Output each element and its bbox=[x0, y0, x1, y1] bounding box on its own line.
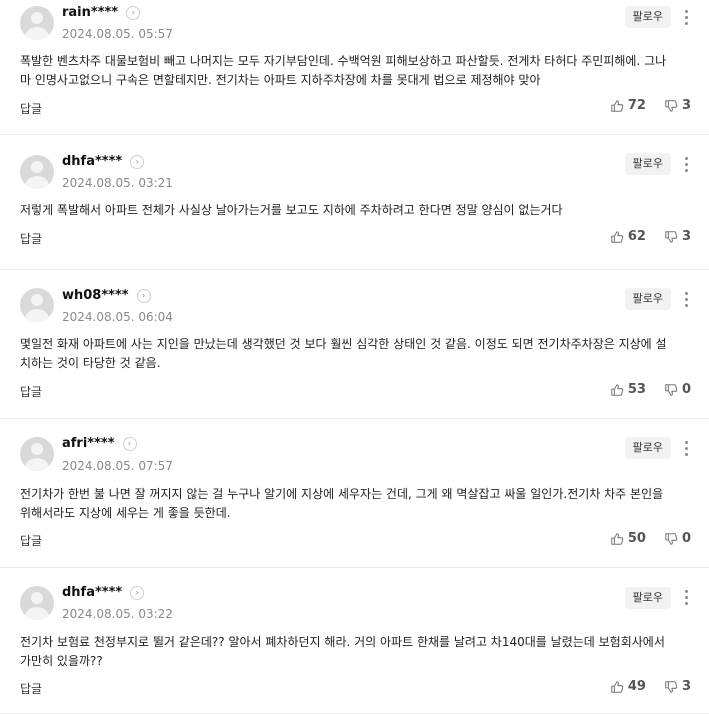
comment-text: 폭발한 벤츠차주 대물보험비 빼고 나머지는 모두 자기부담인데. 수백억원 피… bbox=[20, 54, 667, 87]
thumbs-up-icon bbox=[611, 383, 624, 396]
vote-group: 49 3 bbox=[610, 679, 691, 694]
dislike-button[interactable]: 3 bbox=[664, 98, 691, 113]
like-button[interactable]: 62 bbox=[610, 229, 646, 244]
dislike-button[interactable]: 3 bbox=[664, 679, 691, 694]
dislike-count: 3 bbox=[681, 98, 691, 113]
chevron-right-icon[interactable]: › bbox=[130, 154, 145, 169]
comment-text: 몇일전 화재 아파트에 사는 지인을 만났는데 생각했던 것 보다 훨씬 심각한… bbox=[20, 337, 667, 370]
comment-date: 2024.08.05. 03:22 bbox=[62, 607, 173, 621]
like-button[interactable]: 50 bbox=[610, 531, 646, 546]
comment-list: rain**** › 2024.08.05. 05:57 팔로우 폭발한 벤츠차… bbox=[0, 0, 709, 714]
chevron-right-icon[interactable]: › bbox=[130, 585, 145, 600]
avatar[interactable] bbox=[20, 6, 54, 40]
thumbs-up-icon bbox=[611, 99, 624, 112]
follow-button[interactable]: 팔로우 bbox=[624, 587, 671, 609]
vote-group: 53 0 bbox=[610, 382, 691, 397]
nickname[interactable]: wh08**** › bbox=[62, 288, 151, 303]
dislike-count: 3 bbox=[681, 229, 691, 244]
like-count: 72 bbox=[627, 98, 646, 113]
thumbs-up-icon bbox=[611, 532, 624, 545]
dislike-button[interactable]: 3 bbox=[664, 229, 691, 244]
nickname[interactable]: afri**** › bbox=[62, 436, 137, 451]
thumbs-down-icon bbox=[665, 532, 678, 545]
more-options-icon[interactable] bbox=[681, 6, 691, 28]
comment-item: wh08**** › 2024.08.05. 06:04 팔로우 몇일전 화재 … bbox=[0, 270, 709, 419]
nickname[interactable]: dhfa**** › bbox=[62, 154, 145, 169]
follow-button[interactable]: 팔로우 bbox=[624, 153, 671, 175]
like-button[interactable]: 53 bbox=[610, 382, 646, 397]
dislike-count: 3 bbox=[681, 679, 691, 694]
comment-item: rain**** › 2024.08.05. 05:57 팔로우 폭발한 벤츠차… bbox=[0, 0, 709, 135]
thumbs-up-icon bbox=[611, 230, 624, 243]
chevron-right-icon[interactable]: › bbox=[126, 5, 141, 20]
like-button[interactable]: 49 bbox=[610, 679, 646, 694]
vote-group: 62 3 bbox=[610, 229, 691, 244]
avatar[interactable] bbox=[20, 586, 54, 620]
comment-text: 전기차 보험료 천정부지로 뛸거 같은데?? 알아서 폐차하던지 해라. 거의 … bbox=[20, 635, 665, 668]
reply-button[interactable]: 답글 bbox=[20, 100, 42, 117]
vote-group: 50 0 bbox=[610, 531, 691, 546]
like-count: 53 bbox=[627, 382, 646, 397]
reply-button[interactable]: 답글 bbox=[20, 230, 42, 247]
nickname-text[interactable]: wh08**** bbox=[62, 288, 129, 303]
comment-date: 2024.08.05. 07:57 bbox=[62, 459, 173, 473]
comment-text: 전기차가 한번 불 나면 잘 꺼지지 않는 걸 누구나 알기에 지상에 세우자는… bbox=[20, 487, 664, 520]
follow-button[interactable]: 팔로우 bbox=[624, 6, 671, 28]
follow-button[interactable]: 팔로우 bbox=[624, 288, 671, 310]
comment-item: afri**** › 2024.08.05. 07:57 팔로우 전기차가 한번… bbox=[0, 419, 709, 568]
avatar[interactable] bbox=[20, 288, 54, 322]
vote-group: 72 3 bbox=[610, 98, 691, 113]
like-button[interactable]: 72 bbox=[610, 98, 646, 113]
dislike-button[interactable]: 0 bbox=[664, 531, 691, 546]
reply-button[interactable]: 답글 bbox=[20, 383, 42, 400]
reply-button[interactable]: 답글 bbox=[20, 680, 42, 697]
nickname-text[interactable]: dhfa**** bbox=[62, 154, 122, 169]
avatar[interactable] bbox=[20, 437, 54, 471]
thumbs-down-icon bbox=[665, 680, 678, 693]
nickname[interactable]: rain**** › bbox=[62, 5, 141, 20]
dislike-count: 0 bbox=[681, 531, 691, 546]
more-options-icon[interactable] bbox=[681, 288, 691, 310]
follow-button[interactable]: 팔로우 bbox=[624, 437, 671, 459]
more-options-icon[interactable] bbox=[681, 153, 691, 175]
comment-date: 2024.08.05. 05:57 bbox=[62, 27, 173, 41]
chevron-right-icon[interactable]: › bbox=[136, 288, 151, 303]
nickname-text[interactable]: rain**** bbox=[62, 5, 118, 20]
comment-text: 저렇게 폭발해서 아파트 전체가 사실상 날아가는거를 보고도 지하에 주차하려… bbox=[20, 203, 563, 217]
comment-item: dhfa**** › 2024.08.05. 03:21 팔로우 저렇게 폭발해… bbox=[0, 135, 709, 270]
comment-date: 2024.08.05. 03:21 bbox=[62, 176, 173, 190]
dislike-button[interactable]: 0 bbox=[664, 382, 691, 397]
thumbs-down-icon bbox=[665, 99, 678, 112]
dislike-count: 0 bbox=[681, 382, 691, 397]
thumbs-up-icon bbox=[611, 680, 624, 693]
nickname-text[interactable]: dhfa**** bbox=[62, 585, 122, 600]
reply-button[interactable]: 답글 bbox=[20, 532, 42, 549]
chevron-right-icon[interactable]: › bbox=[122, 436, 137, 451]
thumbs-down-icon bbox=[665, 230, 678, 243]
nickname[interactable]: dhfa**** › bbox=[62, 585, 145, 600]
nickname-text[interactable]: afri**** bbox=[62, 436, 115, 451]
comment-item: dhfa**** › 2024.08.05. 03:22 팔로우 전기차 보험료… bbox=[0, 568, 709, 714]
avatar[interactable] bbox=[20, 155, 54, 189]
more-options-icon[interactable] bbox=[681, 586, 691, 608]
thumbs-down-icon bbox=[665, 383, 678, 396]
more-options-icon[interactable] bbox=[681, 437, 691, 459]
like-count: 50 bbox=[627, 531, 646, 546]
comment-date: 2024.08.05. 06:04 bbox=[62, 310, 173, 324]
like-count: 49 bbox=[627, 679, 646, 694]
like-count: 62 bbox=[627, 229, 646, 244]
